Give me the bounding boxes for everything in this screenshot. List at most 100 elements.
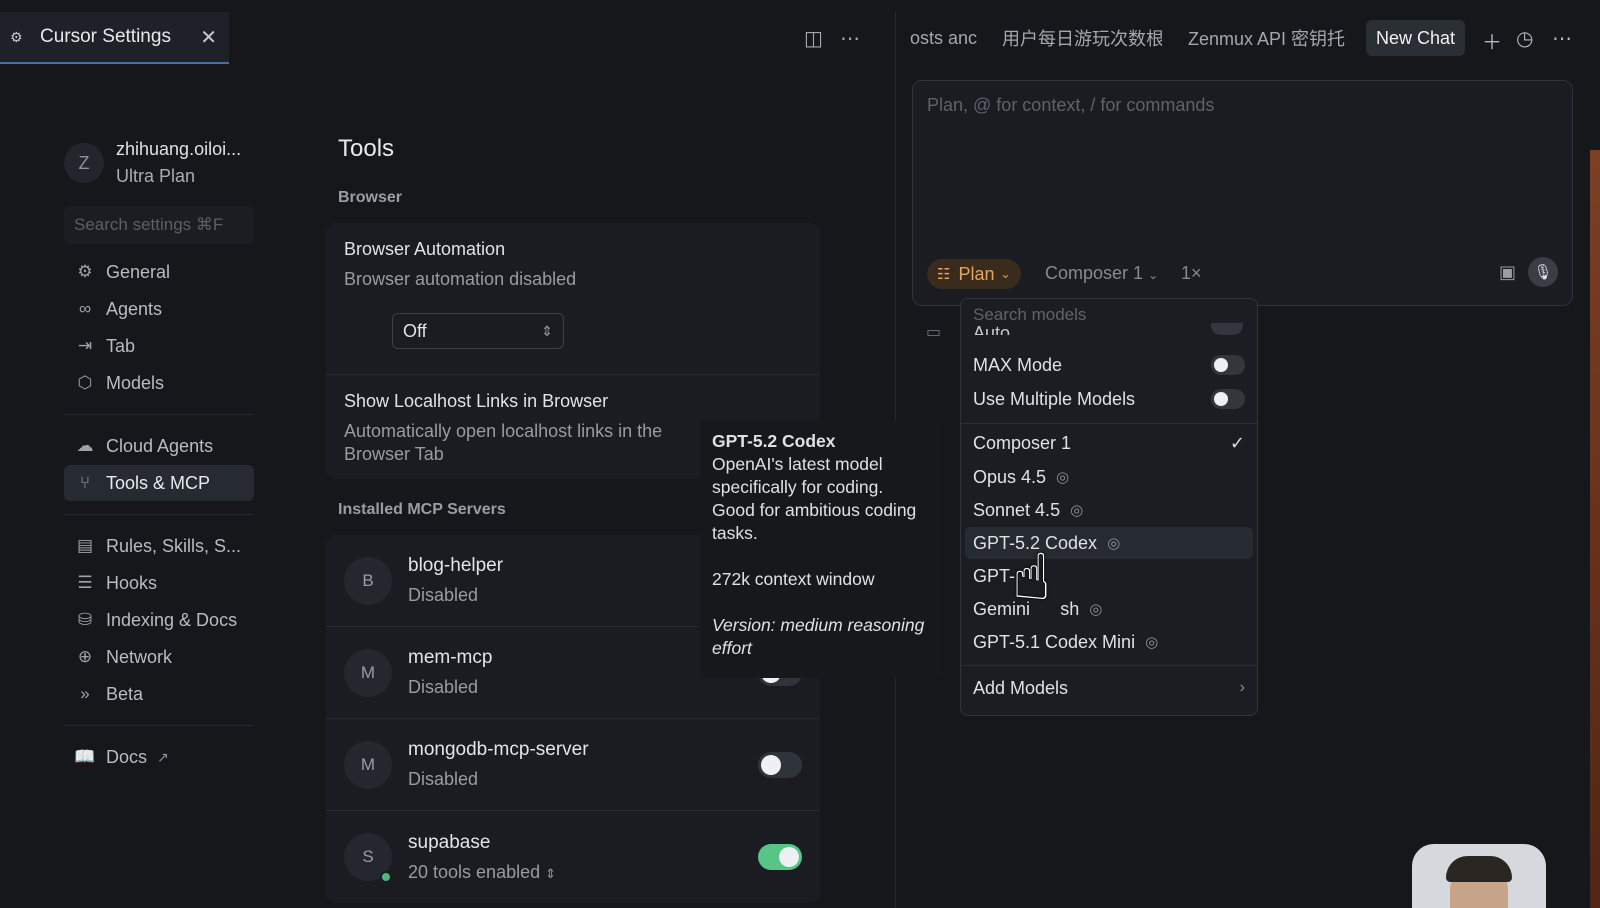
sidebar-item-indexing[interactable]: ⛁ Indexing & Docs: [64, 602, 254, 638]
sidebar-item-tools-mcp[interactable]: ⑂ Tools & MCP: [64, 465, 254, 501]
max-mode-toggle-row[interactable]: MAX Mode: [965, 349, 1253, 381]
external-link-icon: ↗: [157, 748, 169, 765]
add-models-label: Add Models: [973, 677, 1069, 698]
sidebar-item-beta[interactable]: » Beta: [64, 676, 254, 712]
add-models-item[interactable]: Add Models ›: [965, 672, 1253, 704]
browser-automation-select[interactable]: Off ⇕: [392, 313, 564, 349]
model-dropdown: Search models Auto MAX Mode Use Multiple…: [960, 298, 1258, 716]
model-selector[interactable]: Composer 1 ⌄: [1045, 263, 1158, 284]
sidebar-item-label: Models: [106, 372, 165, 393]
section-browser: Browser: [338, 189, 403, 206]
book-icon: 📖: [74, 747, 96, 766]
mcp-server-row: M mongodb-mcp-server Disabled: [326, 719, 820, 811]
mic-button[interactable]: 🎙: [1528, 257, 1558, 287]
divider: [64, 514, 254, 515]
sidebar-item-label: Cloud Agents: [106, 435, 214, 456]
sidebar-item-network[interactable]: ⊕ Network: [64, 639, 254, 675]
sidebar-item-agents[interactable]: ∞ Agents: [64, 291, 254, 327]
server-avatar: M: [344, 648, 392, 697]
sidebar-item-docs[interactable]: 📖 Docs ↗: [64, 739, 254, 775]
chat-tab-new-chat[interactable]: New Chat: [1366, 20, 1466, 56]
chat-tabbar: osts anc 用户每日游玩次数根 Zenmux API 密钥托 New Ch…: [896, 20, 1600, 56]
updown-chevron-icon[interactable]: ⇕: [545, 866, 556, 881]
server-initial: S: [362, 847, 374, 866]
toggle-knob: [1214, 358, 1228, 372]
sidebar-item-general[interactable]: ⚙ General: [64, 254, 254, 290]
model-option-opus-4-5[interactable]: Opus 4.5 ◎: [965, 461, 1253, 493]
close-icon[interactable]: ✕: [200, 25, 217, 50]
sidebar-item-rules[interactable]: ▤ Rules, Skills, S...: [64, 528, 254, 564]
server-status: 20 tools enabled ⇕: [408, 862, 556, 883]
chat-tab[interactable]: osts anc: [910, 20, 980, 56]
model-option-sonnet-4-5[interactable]: Sonnet 4.5 ◎: [965, 494, 1253, 526]
sidebar-item-cloud-agents[interactable]: ☁ Cloud Agents: [64, 428, 254, 464]
brain-icon: ◎: [1056, 469, 1070, 486]
chevrons-icon: »: [80, 684, 90, 703]
laptop-icon[interactable]: ▭: [926, 322, 941, 342]
updown-chevron-icon: ⇕: [541, 322, 553, 339]
database-icon: ⛁: [77, 610, 93, 629]
server-avatar: B: [344, 556, 392, 605]
tab-cursor-settings[interactable]: ⚙ Cursor Settings ✕: [0, 12, 229, 64]
speed-selector[interactable]: 1×: [1181, 263, 1202, 284]
brain-icon: ◎: [1070, 502, 1084, 519]
user-account[interactable]: Z zhihuang.oiloi... Ultra Plan: [64, 130, 254, 196]
model-option-gpt[interactable]: GPT-: [965, 560, 1253, 592]
dropdown-item-auto[interactable]: Auto: [973, 323, 1010, 335]
sidebar-item-label: Hooks: [106, 572, 158, 593]
model-label: Opus 4.5: [973, 466, 1047, 487]
plus-icon[interactable]: ＋: [1482, 26, 1502, 55]
row-title: Show Localhost Links in Browser: [344, 391, 609, 411]
chat-tab[interactable]: Zenmux API 密钥托: [1188, 20, 1348, 56]
model-option-gpt-5-1-codex-mini[interactable]: GPT-5.1 Codex Mini ◎: [965, 626, 1253, 658]
mcp-server-row: S supabase 20 tools enabled ⇕: [326, 811, 820, 903]
sidebar-item-label: Network: [106, 646, 173, 667]
gear-icon: ⚙: [77, 262, 93, 281]
page-title: Tools: [338, 135, 395, 162]
model-option-gpt-5-2-codex[interactable]: GPT-5.2 Codex ◎: [965, 527, 1253, 559]
model-label: Sonnet 4.5: [973, 499, 1061, 520]
history-icon[interactable]: ◷: [1516, 26, 1533, 51]
more-icon[interactable]: ⋯: [840, 26, 860, 51]
max-mode-toggle[interactable]: [1211, 355, 1245, 375]
server-name: mongodb-mcp-server: [408, 739, 589, 760]
auto-toggle[interactable]: [1211, 323, 1243, 335]
sidebar-item-tab[interactable]: ⇥ Tab: [64, 328, 254, 364]
user-name: zhihuang.oiloi...: [116, 139, 242, 159]
multiple-models-toggle[interactable]: [1211, 389, 1245, 409]
toggle-knob: [779, 847, 799, 867]
server-toggle[interactable]: [758, 844, 802, 870]
chat-tab[interactable]: 用户每日游玩次数根: [1002, 20, 1162, 56]
server-toggle[interactable]: [758, 751, 802, 778]
server-avatar: M: [344, 740, 392, 789]
split-editor-icon[interactable]: ◫: [804, 26, 823, 51]
status-dot: [380, 871, 392, 883]
mode-selector[interactable]: ☷ Plan ⌄: [927, 259, 1021, 289]
row-subtitle: Automatically open localhost links in th…: [344, 421, 663, 464]
model-tooltip: GPT-5.2 Codex OpenAI's latest model spec…: [700, 420, 942, 678]
model-label: Composer 1: [1045, 263, 1144, 283]
cloud-icon: ☁: [76, 436, 94, 455]
search-settings-input[interactable]: Search settings ⌘F: [64, 206, 254, 244]
sidebar-item-label: Tab: [106, 335, 136, 356]
model-option-gemini[interactable]: Gemini sh ◎: [965, 593, 1253, 625]
sidebar-item-hooks[interactable]: ☰ Hooks: [64, 565, 254, 601]
sliders-icon: ⚙: [10, 29, 23, 45]
more-icon[interactable]: ⋯: [1552, 26, 1572, 51]
chat-composer[interactable]: Plan, @ for context, / for commands ☷ Pl…: [912, 80, 1573, 306]
brain-icon: ◎: [1089, 601, 1103, 618]
pointer-hand-icon: ☝: [1012, 541, 1051, 613]
search-models-input[interactable]: Search models: [973, 305, 1086, 325]
toggle-knob: [1214, 392, 1228, 406]
multiple-models-toggle-row[interactable]: Use Multiple Models: [965, 383, 1253, 415]
list-icon: ☰: [77, 573, 93, 592]
image-icon[interactable]: ▣: [1499, 262, 1516, 283]
tab-arrow-icon: ⇥: [77, 336, 93, 355]
sidebar-item-models[interactable]: ⬡ Models: [64, 365, 254, 401]
server-name: mem-mcp: [408, 647, 493, 668]
model-option-composer-1[interactable]: Composer 1 ✓: [965, 427, 1253, 459]
server-status: Disabled: [408, 769, 479, 789]
row-subtitle: Browser automation disabled: [344, 269, 577, 289]
settings-sidebar: Z zhihuang.oiloi... Ultra Plan Search se…: [64, 130, 254, 775]
divider: [64, 414, 254, 415]
